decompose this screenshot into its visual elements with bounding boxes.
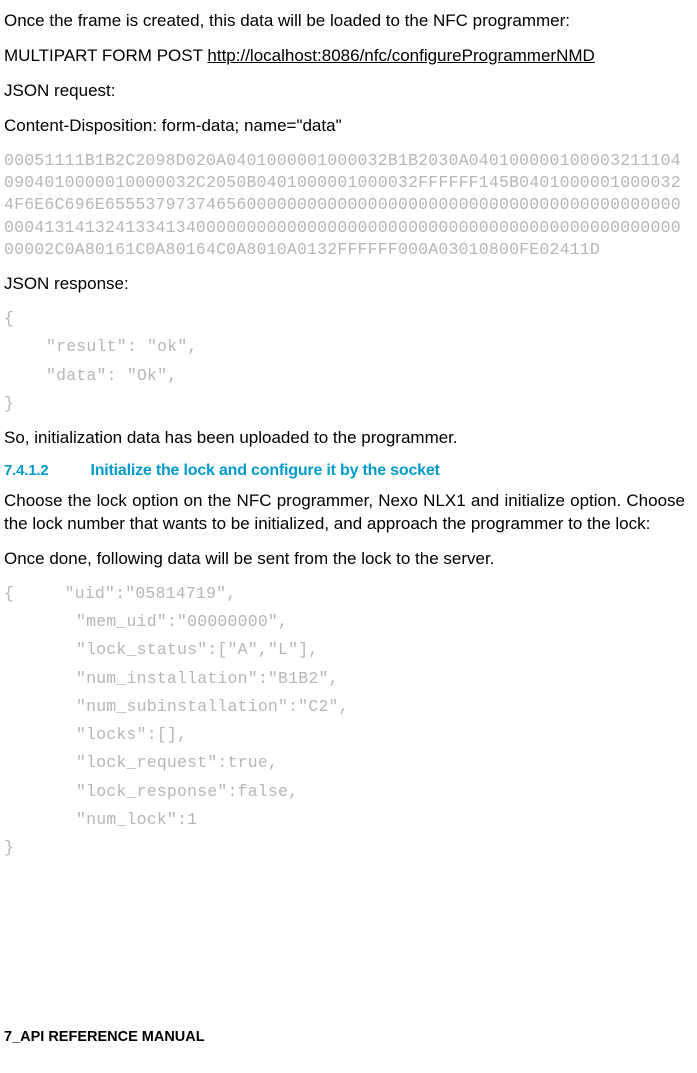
hex-block: 00051111B1B2C2098D020A0401000001000032B1…	[4, 150, 685, 261]
json2-close: }	[4, 837, 685, 859]
json2-lock-status: "lock_status":["A","L"],	[4, 639, 685, 661]
section-number: 7.4.1.2	[4, 462, 48, 479]
json-open: {	[4, 308, 685, 330]
json-line-result: "result": "ok",	[4, 336, 685, 358]
json-close: }	[4, 393, 685, 415]
multipart-url: http://localhost:8086/nfc/configureProgr…	[207, 46, 594, 65]
json-response-block: { "result": "ok", "data": "Ok", }	[4, 308, 685, 415]
json2-num-lock: "num_lock":1	[4, 809, 685, 831]
multipart-label: MULTIPART FORM POST	[4, 46, 207, 65]
para-multipart: MULTIPART FORM POST http://localhost:808…	[4, 45, 685, 68]
json-lock-block: { "uid":"05814719", "mem_uid":"00000000"…	[4, 583, 685, 860]
json2-num-subinstallation: "num_subinstallation":"C2",	[4, 696, 685, 718]
json2-lock-response: "lock_response":false,	[4, 781, 685, 803]
footer-label: 7_API REFERENCE MANUAL	[4, 1029, 205, 1045]
para-json-request-label: JSON request:	[4, 80, 685, 103]
json-line-data: "data": "Ok",	[4, 365, 685, 387]
json2-mem-uid: "mem_uid":"00000000",	[4, 611, 685, 633]
para-init-uploaded: So, initialization data has been uploade…	[4, 427, 685, 450]
para-once-done: Once done, following data will be sent f…	[4, 548, 685, 571]
para-content-disposition: Content-Disposition: form-data; name="da…	[4, 115, 685, 138]
para-choose-lock: Choose the lock option on the NFC progra…	[4, 490, 685, 536]
section-title: Initialize the lock and configure it by …	[90, 462, 439, 479]
json2-locks: "locks":[],	[4, 724, 685, 746]
para-json-response-label: JSON response:	[4, 273, 685, 296]
para-intro-1: Once the frame is created, this data wil…	[4, 10, 685, 33]
json2-num-installation: "num_installation":"B1B2",	[4, 668, 685, 690]
json2-open: { "uid":"05814719",	[4, 583, 685, 605]
json2-lock-request: "lock_request":true,	[4, 752, 685, 774]
section-heading-7-4-1-2: 7.4.1.2 Initialize the lock and configure…	[4, 462, 685, 480]
